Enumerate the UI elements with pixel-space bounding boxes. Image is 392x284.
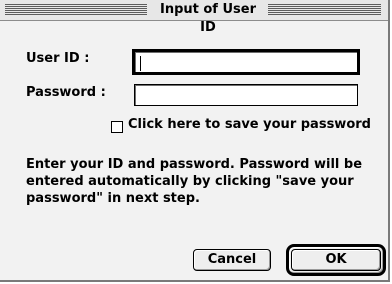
user-id-input[interactable] [132, 49, 360, 75]
title-bar-stripes-left [5, 4, 147, 15]
title-bar-stripes-right [268, 4, 381, 15]
cancel-button[interactable]: Cancel [193, 249, 271, 271]
save-password-label[interactable]: Click here to save your password [128, 117, 371, 132]
dialog-window: Input of User ID User ID : Password : Cl… [0, 0, 390, 282]
ok-button[interactable]: OK [291, 249, 381, 271]
title-bar[interactable]: Input of User ID [0, 0, 388, 35]
save-password-checkbox[interactable] [111, 121, 123, 133]
text-caret [140, 56, 141, 71]
password-input[interactable] [134, 84, 358, 106]
window-title: Input of User ID [150, 1, 266, 35]
password-label: Password : [26, 85, 106, 100]
user-id-label: User ID : [26, 51, 90, 66]
instruction-message: Enter your ID and password. Password wil… [26, 157, 363, 206]
